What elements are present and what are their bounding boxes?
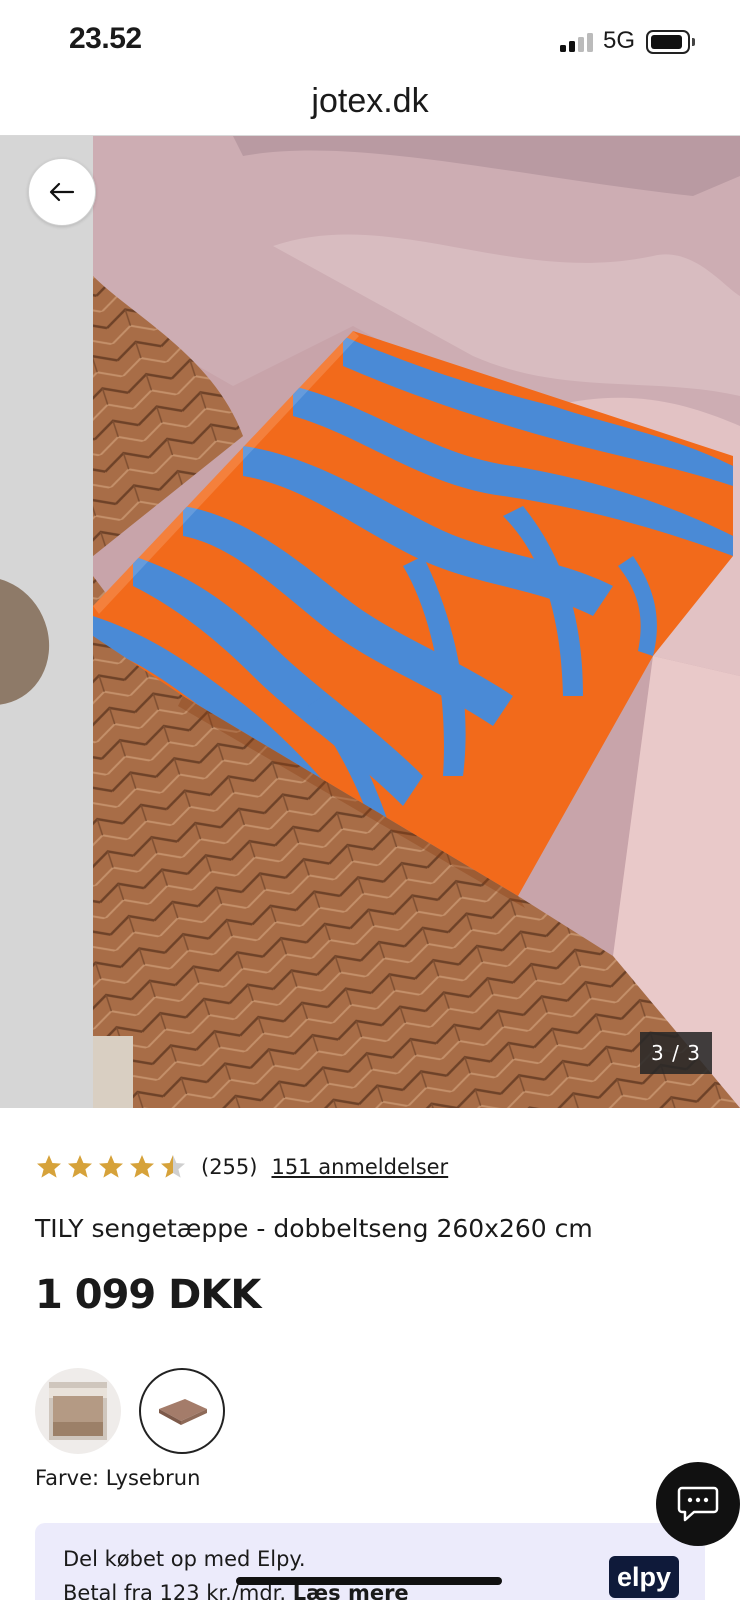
status-time: 23.52 (69, 22, 142, 55)
color-label: Farve: Lysebrun (35, 1466, 201, 1490)
battery-fill (651, 35, 682, 49)
product-info: (255) 151 anmeldelser TILY sengetæppe - … (0, 1108, 740, 1600)
elpy-financing-box: Del købet op med Elpy. Betal fra 123 kr.… (35, 1523, 705, 1600)
product-image-gallery[interactable]: 3 / 3 (0, 136, 740, 1108)
star-icon (130, 1155, 154, 1178)
arrow-left-icon (49, 182, 75, 202)
reviews-link[interactable]: 151 anmeldelser (271, 1155, 448, 1179)
chat-button[interactable] (656, 1462, 740, 1546)
product-price: 1 099 DKK (35, 1272, 261, 1318)
star-icon (99, 1155, 123, 1178)
star-icon (68, 1155, 92, 1178)
bed-thumbnail (49, 1382, 107, 1440)
product-photo[interactable] (93, 136, 740, 1108)
previous-slide-peek[interactable] (0, 136, 93, 1108)
elpy-logo: elpy (609, 1556, 679, 1598)
rating-stars (35, 1153, 187, 1181)
image-counter: 3 / 3 (640, 1032, 712, 1074)
folded-throw-thumbnail (159, 1399, 207, 1425)
status-bar: 23.52 5G (0, 0, 740, 82)
rating-row: (255) 151 anmeldelser (35, 1152, 448, 1182)
rating-count: (255) (201, 1155, 258, 1179)
chat-icon (677, 1486, 719, 1522)
back-button[interactable] (28, 158, 96, 226)
home-indicator (236, 1577, 502, 1585)
elpy-headline: Del købet op med Elpy. (63, 1547, 306, 1571)
network-type: 5G (603, 27, 636, 54)
star-icon (37, 1155, 61, 1178)
battery-icon (646, 30, 690, 54)
browser-url-bar[interactable]: jotex.dk (0, 82, 740, 136)
signal-icon (560, 32, 596, 52)
star-icon (161, 1155, 185, 1178)
product-title: TILY sengetæppe - dobbeltseng 260x260 cm (35, 1214, 593, 1243)
url-text[interactable]: jotex.dk (0, 82, 740, 121)
previous-product-image (0, 557, 70, 725)
battery-tip (692, 38, 695, 46)
color-swatch-bed[interactable] (35, 1368, 121, 1454)
color-swatch-lysebrun[interactable] (139, 1368, 225, 1454)
